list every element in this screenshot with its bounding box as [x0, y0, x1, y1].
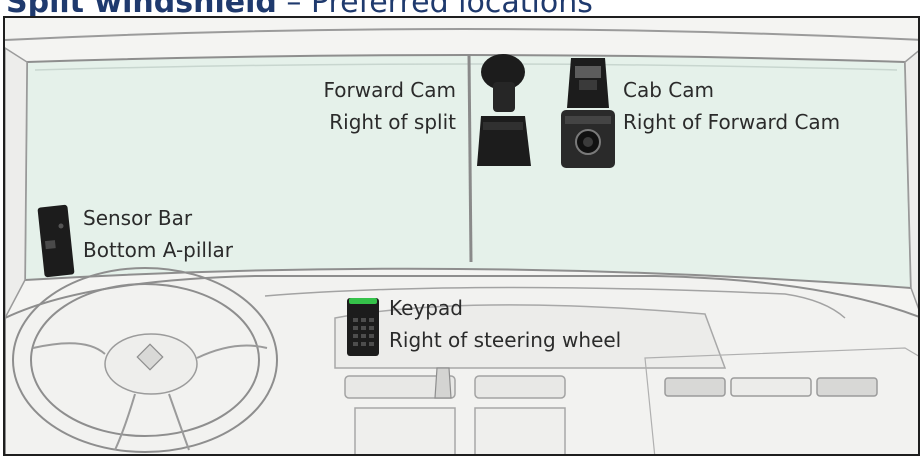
cab-cam-callout: Cab Cam Right of Forward Cam — [623, 74, 840, 138]
forward-cam-location: Right of split — [329, 110, 456, 134]
keypad-callout: Keypad Right of steering wheel — [389, 292, 621, 356]
sensor-bar-location: Bottom A-pillar — [83, 238, 234, 262]
forward-cam-callout: Forward Cam Right of split — [324, 74, 457, 138]
cab-cam-location: Right of Forward Cam — [623, 110, 841, 134]
console-right — [474, 407, 566, 454]
left-a-pillar — [5, 47, 28, 319]
vent-right-2 — [730, 377, 812, 397]
keypad-location: Right of steering wheel — [389, 328, 622, 352]
vent-right-1 — [664, 377, 726, 397]
console-left — [354, 407, 456, 454]
forward-cam-label: Forward Cam — [323, 78, 457, 102]
gear-lever — [434, 367, 452, 399]
vent-right-3 — [816, 377, 878, 397]
cab-cam-label: Cab Cam — [623, 78, 714, 102]
vent-mid — [474, 375, 566, 399]
keypad-device — [347, 298, 379, 356]
windshield-split — [467, 54, 473, 263]
sensor-bar-callout: Sensor Bar Bottom A-pillar — [83, 202, 233, 266]
cab-illustration: Forward Cam Right of split Cab Cam Right… — [3, 16, 920, 456]
sensor-bar-label: Sensor Bar — [83, 206, 193, 230]
keypad-label: Keypad — [389, 296, 463, 320]
